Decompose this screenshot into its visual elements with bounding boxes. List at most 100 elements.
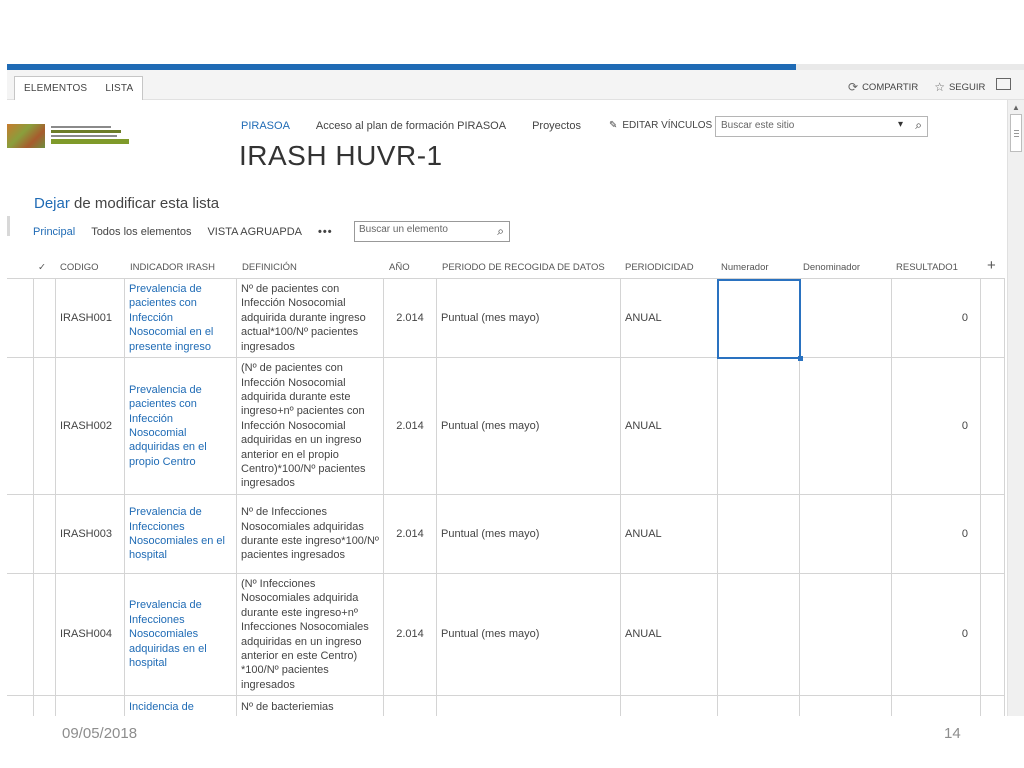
site-logo[interactable] <box>7 124 133 148</box>
site-search-placeholder: Buscar este sitio <box>721 120 795 131</box>
cell-periodo[interactable]: Puntual (mes mayo) <box>437 279 621 357</box>
select-all-check[interactable]: ✓ <box>38 262 46 273</box>
site-search-input[interactable]: Buscar este sitio ▾ ⌕ <box>715 116 928 137</box>
cell-codigo[interactable] <box>56 696 125 716</box>
cell-resultado[interactable]: 0 <box>892 358 981 494</box>
nav-item-proyectos[interactable]: Proyectos <box>532 120 581 132</box>
search-icon[interactable]: ⌕ <box>497 224 504 239</box>
item-search-input[interactable]: Buscar un elemento ⌕ <box>354 221 510 242</box>
item-search-placeholder: Buscar un elemento <box>359 224 448 235</box>
cell-codigo[interactable]: IRASH004 <box>56 574 125 695</box>
footer-date: 09/05/2018 <box>62 725 138 742</box>
left-marker <box>7 216 10 236</box>
cell-denominador[interactable] <box>800 495 892 573</box>
view-todos[interactable]: Todos los elementos <box>91 226 191 238</box>
table-row[interactable]: Incidencia de Nº de bacteriemias <box>7 696 1005 716</box>
cell-indicador[interactable]: Prevalencia de pacientes con Infección N… <box>125 279 237 357</box>
cell-resultado[interactable]: 0 <box>892 574 981 695</box>
header-indicador[interactable]: INDICADOR IRASH <box>130 262 215 273</box>
header-anio[interactable]: AÑO <box>389 262 410 273</box>
cell-denominador[interactable] <box>800 358 892 494</box>
cell-periodo[interactable] <box>437 696 621 716</box>
follow-button[interactable]: ☆ SEGUIR <box>934 80 985 94</box>
cell-numerador[interactable] <box>718 696 800 716</box>
dropdown-arrow-icon[interactable]: ▾ <box>898 119 903 130</box>
cell-periodo[interactable]: Puntual (mes mayo) <box>437 495 621 573</box>
scroll-thumb[interactable] <box>1010 114 1022 152</box>
cell-numerador[interactable] <box>718 495 800 573</box>
cell-periodicidad[interactable] <box>621 696 718 716</box>
cell-resultado[interactable] <box>892 696 981 716</box>
cell-definicion[interactable]: Nº de pacientes con Infección Nosocomial… <box>237 279 384 357</box>
scroll-up-icon[interactable]: ▲ <box>1012 103 1020 112</box>
ribbon-actions: ⟳ COMPARTIR ☆ SEGUIR <box>848 80 985 94</box>
more-views-button[interactable]: ••• <box>318 226 333 238</box>
cell-denominador[interactable] <box>800 574 892 695</box>
focus-content-icon[interactable] <box>996 78 1011 90</box>
cell-definicion[interactable]: (Nº de pacientes con Infección Nosocomia… <box>237 358 384 494</box>
cell-periodo[interactable]: Puntual (mes mayo) <box>437 358 621 494</box>
share-button[interactable]: ⟳ COMPARTIR <box>848 80 918 94</box>
stop-editing-text: de modificar esta lista <box>69 195 220 212</box>
cell-periodicidad[interactable]: ANUAL <box>621 574 718 695</box>
cell-anio[interactable]: 2.014 <box>384 279 437 357</box>
cell-codigo[interactable]: IRASH002 <box>56 358 125 494</box>
header-denominador[interactable]: Denominador <box>803 262 860 273</box>
cell-periodicidad[interactable]: ANUAL <box>621 495 718 573</box>
cell-numerador[interactable] <box>718 358 800 494</box>
header-numerador[interactable]: Numerador <box>721 262 769 273</box>
logo-image <box>7 124 45 148</box>
logo-wordmark <box>49 124 133 148</box>
cell-denominador[interactable] <box>800 279 892 357</box>
cell-spacer <box>981 279 1005 357</box>
view-agrupada[interactable]: VISTA AGRUAPDA <box>207 226 302 238</box>
cell-definicion[interactable]: Nº de Infecciones Nosocomiales adquirida… <box>237 495 384 573</box>
cell-indicador[interactable]: Prevalencia de pacientes con Infección N… <box>125 358 237 494</box>
view-selector: Principal Todos los elementos VISTA AGRU… <box>33 226 333 238</box>
cell-spacer <box>33 696 56 716</box>
cell-codigo[interactable]: IRASH001 <box>56 279 125 357</box>
header-codigo[interactable]: CODIGO <box>60 262 99 273</box>
header-definicion[interactable]: DEFINICIÓN <box>242 262 297 273</box>
cell-definicion[interactable]: Nº de bacteriemias <box>237 696 384 716</box>
cell-anio[interactable] <box>384 696 437 716</box>
view-principal[interactable]: Principal <box>33 226 75 238</box>
cell-resultado[interactable]: 0 <box>892 279 981 357</box>
fill-handle[interactable] <box>798 356 803 361</box>
cell-definicion[interactable]: (Nº Infecciones Nosocomiales adquirida d… <box>237 574 384 695</box>
tab-lista[interactable]: LISTA <box>96 77 142 100</box>
search-icon[interactable]: ⌕ <box>915 118 922 133</box>
stop-editing-link[interactable]: Dejar <box>34 195 70 212</box>
share-icon: ⟳ <box>848 80 859 94</box>
header-periodo[interactable]: PERIODO DE RECOGIDA DE DATOS <box>442 262 605 273</box>
nav-item-pirasoa[interactable]: PIRASOA <box>241 120 290 132</box>
cell-indicador[interactable]: Incidencia de <box>125 696 237 716</box>
cell-resultado[interactable]: 0 <box>892 495 981 573</box>
cell-indicador[interactable]: Prevalencia de Infecciones Nosocomiales … <box>125 574 237 695</box>
cell-periodicidad[interactable]: ANUAL <box>621 279 718 357</box>
tab-elementos[interactable]: ELEMENTOS <box>15 77 96 100</box>
table-row[interactable]: IRASH001 Prevalencia de pacientes con Inf… <box>7 279 1005 358</box>
cell-numerador[interactable] <box>718 574 800 695</box>
add-column-button[interactable]: + <box>987 257 996 274</box>
cell-periodicidad[interactable]: ANUAL <box>621 358 718 494</box>
pencil-icon: ✎ <box>609 120 618 131</box>
cell-periodo[interactable]: Puntual (mes mayo) <box>437 574 621 695</box>
nav-item-acceso[interactable]: Acceso al plan de formación PIRASOA <box>316 120 506 132</box>
cell-anio[interactable]: 2.014 <box>384 495 437 573</box>
cell-codigo[interactable]: IRASH003 <box>56 495 125 573</box>
table-row[interactable]: IRASH003 Prevalencia de Infecciones Nosoc… <box>7 495 1005 574</box>
cell-anio[interactable]: 2.014 <box>384 358 437 494</box>
header-resultado[interactable]: RESULTADO1 <box>896 262 958 273</box>
edit-links-button[interactable]: ✎ EDITAR VÍNCULOS <box>609 120 712 131</box>
cell-anio[interactable]: 2.014 <box>384 574 437 695</box>
vertical-scrollbar[interactable]: ▲ <box>1007 100 1024 716</box>
cell-indicador[interactable]: Prevalencia de Infecciones Nosocomiales … <box>125 495 237 573</box>
table-row[interactable]: IRASH002 Prevalencia de pacientes con Inf… <box>7 358 1005 495</box>
table-row[interactable]: IRASH004 Prevalencia de Infecciones Nosoc… <box>7 574 1005 696</box>
ribbon-tabs: ELEMENTOS LISTA <box>14 76 144 100</box>
cell-spacer <box>33 358 56 494</box>
cell-denominador[interactable] <box>800 696 892 716</box>
cell-spacer <box>33 279 56 357</box>
header-periodicidad[interactable]: PERIODICIDAD <box>625 262 694 273</box>
